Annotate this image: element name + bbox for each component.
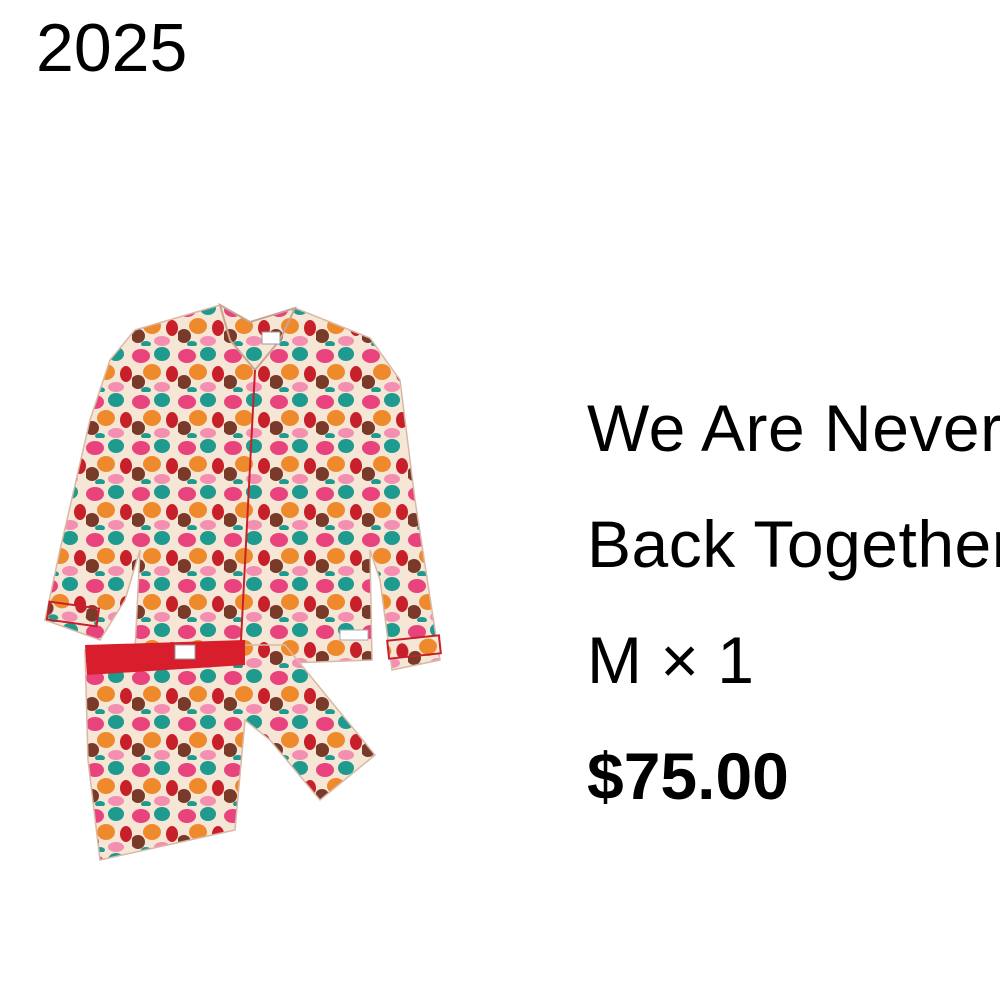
pajama-shorts — [84, 640, 377, 861]
product-image[interactable] — [40, 300, 450, 865]
pajama-shirt — [44, 302, 442, 671]
order-item-page: 2025 We Are Never Back Together M × 1 $7… — [0, 0, 1000, 1000]
product-name[interactable]: We Are Never Ever Back Together — [587, 370, 1000, 602]
product-name-line-2: Back Together — [587, 507, 1000, 581]
size-value: M — [587, 623, 642, 697]
quantity-value: 1 — [717, 623, 754, 697]
quantity-separator: × — [660, 623, 699, 697]
product-name-line-1: We Are Never Ever — [587, 391, 1000, 465]
product-info: We Are Never Ever Back Together M × 1 $7… — [587, 370, 1000, 834]
price: $75.00 — [587, 739, 789, 813]
year-heading: 2025 — [36, 10, 188, 86]
variant-quantity: M × 1 — [587, 602, 1000, 718]
